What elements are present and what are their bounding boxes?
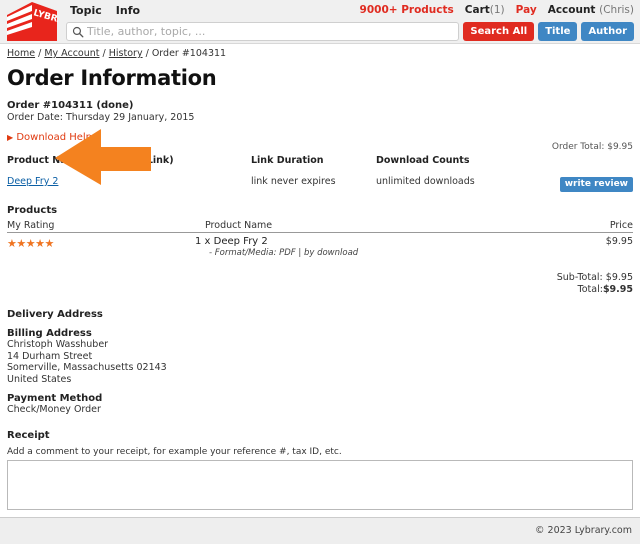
cart-label: Cart — [465, 4, 490, 16]
billing-line-country: United States — [7, 374, 640, 386]
primary-nav: Topic Info — [70, 4, 140, 17]
copyright-text: © 2023 Lybrary.com — [535, 525, 632, 536]
triangle-right-icon: ▶ — [7, 133, 13, 142]
products-section-title: Products — [7, 205, 640, 216]
account-label: Account — [548, 4, 596, 16]
utility-nav: 9000+ Products Cart(1) Pay Account (Chri… — [360, 4, 634, 16]
table-row: ★★★★★ 1 x Deep Fry 2 - Format/Media: PDF… — [7, 236, 633, 262]
billing-line-name: Christoph Wasshuber — [7, 339, 640, 351]
nav-item-topic[interactable]: Topic — [70, 4, 102, 17]
product-format-meta: - Format/Media: PDF | by download — [209, 248, 358, 258]
order-number: Order #104311 (done) — [7, 100, 640, 111]
subtotal-row: Sub-Total: $9.95 — [0, 272, 633, 283]
cart-count: (1) — [490, 4, 505, 16]
download-links-table: Product Name (Download Link) Link Durati… — [0, 155, 640, 199]
main-content: Order Information Order #104311 (done) O… — [0, 60, 640, 544]
site-header: LYBRARY Topic Info 9000+ Products Cart(1… — [0, 0, 640, 44]
billing-line-city: Somerville, Massachusetts 02143 — [7, 362, 640, 374]
column-header-my-rating: My Rating — [7, 220, 54, 231]
download-help-link[interactable]: ▶ Download Help — [7, 132, 640, 143]
search-author-button[interactable]: Author — [581, 22, 634, 41]
search-bar: Search All Title Author — [66, 22, 634, 41]
lybrary-logo-icon: LYBRARY — [6, 1, 58, 43]
receipt-note: Add a comment to your receipt, for examp… — [7, 447, 640, 457]
nav-item-info[interactable]: Info — [116, 4, 140, 17]
column-header-product-name: Product Name — [205, 220, 272, 231]
order-date: Order Date: Thursday 29 January, 2015 — [7, 112, 640, 123]
search-input[interactable] — [87, 25, 453, 38]
breadcrumb-item-current: Order #104311 — [152, 48, 226, 59]
download-header-download-counts: Download Counts — [376, 155, 469, 166]
total-value: $9.95 — [603, 284, 633, 295]
page-title: Order Information — [7, 66, 640, 90]
billing-address-block: Billing Address Christoph Wasshuber 14 D… — [7, 328, 640, 385]
site-footer: © 2023 Lybrary.com — [0, 517, 640, 544]
payment-method-block: Payment Method Check/Money Order — [7, 393, 640, 416]
order-total-summary: Order Total: $9.95 — [552, 142, 633, 152]
download-counts-value: unlimited downloads — [376, 176, 475, 187]
breadcrumb-item-home[interactable]: Home — [7, 48, 35, 59]
billing-line-street: 14 Durham Street — [7, 351, 640, 363]
search-icon — [72, 26, 84, 38]
payment-method-value: Check/Money Order — [7, 404, 640, 416]
account-link[interactable]: Account (Chris) — [548, 4, 634, 16]
products-table-header: My Rating Product Name Price — [7, 220, 633, 233]
column-header-price: Price — [610, 220, 633, 231]
product-price-value: $9.95 — [606, 236, 633, 247]
write-review-button[interactable]: write review — [560, 177, 633, 192]
site-logo[interactable]: LYBRARY — [6, 1, 58, 43]
download-link-duration-value: link never expires — [251, 176, 336, 187]
breadcrumb-item-history[interactable]: History — [109, 48, 143, 59]
account-user: (Chris) — [599, 4, 634, 16]
delivery-address-block: Delivery Address — [7, 309, 640, 320]
download-header-product-name: Product Name (Download Link) — [7, 155, 174, 166]
breadcrumb: Home / My Account / History / Order #104… — [7, 48, 226, 59]
search-field-wrapper[interactable] — [66, 22, 459, 41]
download-help-label: Download Help — [16, 132, 92, 143]
products-table: My Rating Product Name Price ★★★★★ 1 x D… — [0, 220, 640, 295]
rating-stars[interactable]: ★★★★★ — [7, 237, 54, 250]
pay-link[interactable]: Pay — [516, 4, 537, 16]
receipt-comment-textarea[interactable] — [7, 460, 633, 510]
search-title-button[interactable]: Title — [538, 22, 577, 41]
billing-address-title: Billing Address — [7, 328, 640, 339]
cart-link[interactable]: Cart(1) — [465, 4, 505, 16]
breadcrumb-item-my-account[interactable]: My Account — [44, 48, 99, 59]
search-all-button[interactable]: Search All — [463, 22, 534, 41]
products-badge[interactable]: 9000+ Products — [360, 4, 454, 16]
delivery-address-title: Delivery Address — [7, 309, 640, 320]
download-product-link[interactable]: Deep Fry 2 — [7, 176, 58, 187]
page-root: LYBRARY Topic Info 9000+ Products Cart(1… — [0, 0, 640, 544]
total-label: Total: — [578, 284, 603, 295]
product-name-value: 1 x Deep Fry 2 — [195, 236, 268, 247]
subtotal-value: $9.95 — [606, 272, 633, 283]
total-row: Total:$9.95 — [0, 284, 633, 295]
download-header-link-duration: Link Duration — [251, 155, 324, 166]
subtotal-label: Sub-Total: — [557, 272, 603, 283]
payment-method-title: Payment Method — [7, 393, 640, 404]
order-totals: Sub-Total: $9.95 Total:$9.95 — [0, 272, 633, 295]
receipt-section-title: Receipt — [7, 430, 640, 441]
